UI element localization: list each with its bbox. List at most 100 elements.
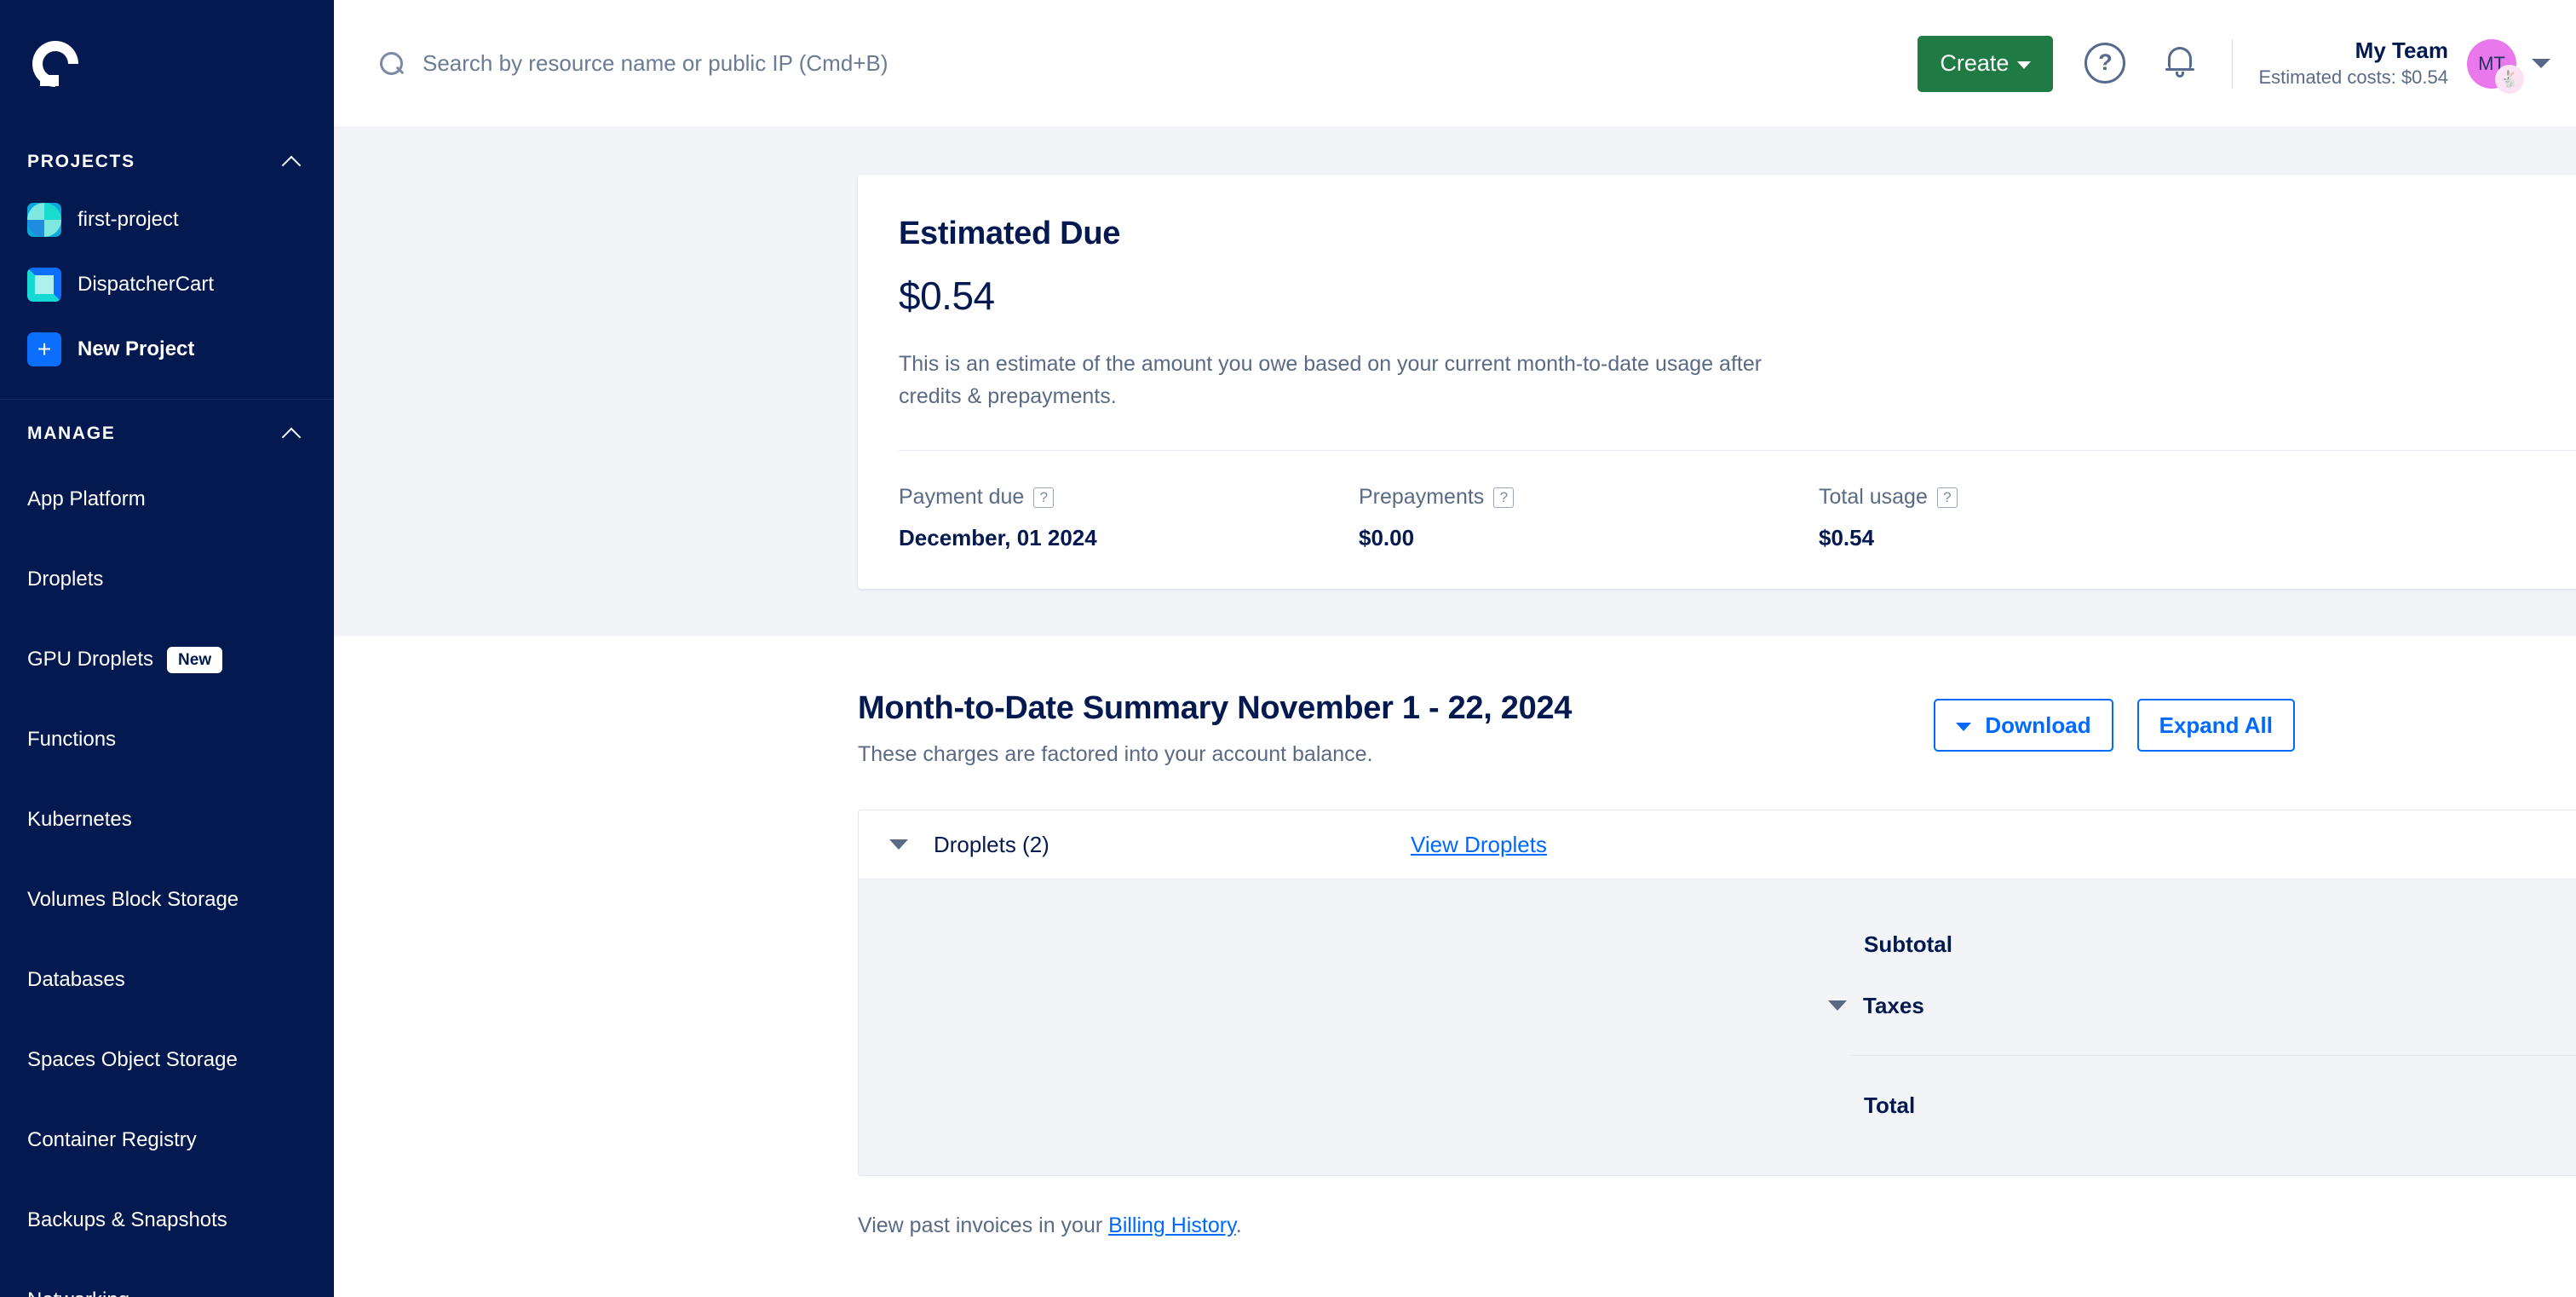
question-mark-icon[interactable]: ? xyxy=(1936,487,1958,508)
total-label: Total xyxy=(1864,1092,1916,1118)
project-icon-first xyxy=(27,203,61,237)
manage-section-header[interactable]: MANAGE xyxy=(0,408,334,459)
stat-value: December, 01 2024 xyxy=(899,525,1097,551)
estimated-due-description: This is an estimate of the amount you ow… xyxy=(899,352,1762,408)
search-placeholder: Search by resource name or public IP (Cm… xyxy=(423,50,888,76)
table-row[interactable]: Droplets (2) View Droplets $0.46 xyxy=(859,810,2576,879)
digitalocean-logo-icon xyxy=(29,37,82,90)
help-button[interactable]: ? xyxy=(2082,40,2130,88)
sidebar-item-databases[interactable]: Databases xyxy=(0,940,334,1020)
sidebar-item-label: Databases xyxy=(27,968,125,991)
search-input[interactable]: Search by resource name or public IP (Cm… xyxy=(334,49,1918,78)
sidebar-item-label: Spaces Object Storage xyxy=(27,1048,238,1071)
billing-history-footnote: View past invoices in your Billing Histo… xyxy=(858,1213,2576,1238)
sidebar-item-new-project[interactable]: + New Project xyxy=(0,317,334,382)
table-detail-panel: Subtotal $0.46 Taxes $0.08 Total $0.54 xyxy=(859,879,2576,1175)
subtotal-row: Subtotal $0.46 xyxy=(859,914,2576,975)
estimated-due-stats: Payment due ? December, 01 2024 Prepayme… xyxy=(899,485,2576,551)
team-info[interactable]: My Team Estimated costs: $0.54 xyxy=(2258,37,2448,89)
question-mark-icon[interactable]: ? xyxy=(1493,487,1515,508)
create-button-label: Create xyxy=(1940,50,2010,76)
divider xyxy=(899,450,2576,451)
chevron-down-icon xyxy=(1956,722,1972,731)
summary-header: Month-to-Date Summary November 1 - 22, 2… xyxy=(858,690,2295,767)
sidebar-item-dispatchercart[interactable]: DispatcherCart xyxy=(0,252,334,317)
chevron-up-icon[interactable] xyxy=(281,423,303,445)
sidebar-item-droplets[interactable]: Droplets xyxy=(0,539,334,620)
download-button[interactable]: Download xyxy=(1934,699,2113,752)
team-name: My Team xyxy=(2355,37,2448,64)
plus-icon: + xyxy=(27,332,61,366)
summary-title: Month-to-Date Summary November 1 - 22, 2… xyxy=(858,690,1573,726)
total-row: Total $0.54 xyxy=(859,1075,2576,1136)
sidebar-item-label: App Platform xyxy=(27,487,146,510)
summary-actions: Download Expand All xyxy=(1934,690,2295,752)
app-root: PROJECTS first-project DispatcherCart + … xyxy=(0,0,2576,1297)
create-button[interactable]: Create xyxy=(1918,35,2054,92)
stat-label: Total usage xyxy=(1819,485,1928,509)
chevron-down-icon[interactable] xyxy=(2532,59,2550,68)
help-circle-icon: ? xyxy=(2084,42,2126,84)
question-mark-icon[interactable]: ? xyxy=(1033,487,1055,508)
expand-all-button[interactable]: Expand All xyxy=(2136,699,2295,752)
download-button-label: Download xyxy=(1985,712,2091,738)
sidebar-item-label: first-project xyxy=(78,208,179,231)
estimated-due-section: Estimated Due $0.54 This is an estimate … xyxy=(334,128,2576,636)
sidebar-item-kubernetes[interactable]: Kubernetes xyxy=(0,780,334,860)
summary-table: Droplets (2) View Droplets $0.46 Subtota… xyxy=(858,810,2576,1176)
stat-value: $0.54 xyxy=(1819,525,1875,551)
sidebar-item-label: DispatcherCart xyxy=(78,273,215,296)
sidebar-item-gpu-droplets[interactable]: GPU Droplets New xyxy=(0,620,334,700)
project-icon-cart xyxy=(27,268,61,302)
footnote-suffix: . xyxy=(1235,1213,1242,1237)
status-badge: New xyxy=(167,646,223,673)
chevron-down-icon[interactable] xyxy=(1828,1000,1847,1011)
stat-label: Payment due xyxy=(899,485,1025,509)
rabbit-icon: 🐇 xyxy=(2495,64,2524,94)
billing-history-link[interactable]: Billing History xyxy=(1108,1213,1236,1237)
divider xyxy=(2232,38,2234,89)
stat-total-usage: Total usage ? $0.54 xyxy=(1819,485,2279,551)
view-droplets-link[interactable]: View Droplets xyxy=(1411,832,1547,858)
main-content: Search by resource name or public IP (Cm… xyxy=(334,0,2576,1297)
sidebar-item-label: Kubernetes xyxy=(27,808,132,831)
page-title: Estimated Due xyxy=(899,216,1121,251)
top-bar: Search by resource name or public IP (Cm… xyxy=(334,0,2576,128)
avatar[interactable]: MT 🐇 xyxy=(2467,38,2524,94)
sidebar-item-app-platform[interactable]: App Platform xyxy=(0,459,334,539)
estimated-due-amount: $0.54 xyxy=(899,274,995,318)
taxes-row[interactable]: Taxes $0.08 xyxy=(859,975,2576,1036)
summary-subtitle: These charges are factored into your acc… xyxy=(858,742,1373,766)
stat-payment-due: Payment due ? December, 01 2024 xyxy=(899,485,1359,551)
sidebar-item-label: Networking xyxy=(27,1288,129,1297)
sidebar-item-backups-snapshots[interactable]: Backups & Snapshots xyxy=(0,1180,334,1260)
sidebar-item-label: Volumes Block Storage xyxy=(27,888,239,911)
top-bar-actions: Create ? My Team Estimated costs: $0.54 xyxy=(1918,35,2576,94)
sidebar-item-networking[interactable]: Networking xyxy=(0,1260,334,1297)
estimated-costs-label: Estimated costs: $0.54 xyxy=(2258,66,2448,88)
manage-section-title: MANAGE xyxy=(27,424,116,443)
sidebar-item-label: Functions xyxy=(27,728,117,751)
sidebar-item-container-registry[interactable]: Container Registry xyxy=(0,1100,334,1180)
notifications-button[interactable] xyxy=(2157,40,2205,88)
sidebar-item-label: GPU Droplets xyxy=(27,648,154,671)
sidebar-item-functions[interactable]: Functions xyxy=(0,700,334,780)
row-label: Droplets (2) xyxy=(934,831,1049,857)
stat-value: $0.00 xyxy=(1359,525,1415,551)
bell-icon xyxy=(2165,45,2195,78)
sidebar-item-spaces-object-storage[interactable]: Spaces Object Storage xyxy=(0,1020,334,1100)
expand-all-button-label: Expand All xyxy=(2159,712,2273,738)
search-icon xyxy=(377,49,405,78)
chevron-down-icon[interactable] xyxy=(889,839,908,850)
logo-link[interactable] xyxy=(0,0,334,128)
sidebar-item-first-project[interactable]: first-project xyxy=(0,187,334,252)
sidebar-item-label: Backups & Snapshots xyxy=(27,1208,227,1231)
sidebar-item-volumes-block-storage[interactable]: Volumes Block Storage xyxy=(0,860,334,940)
summary-heading-block: Month-to-Date Summary November 1 - 22, 2… xyxy=(858,690,1572,767)
chevron-up-icon[interactable] xyxy=(281,151,303,173)
projects-section-title: PROJECTS xyxy=(27,152,135,171)
month-to-date-summary-section: Month-to-Date Summary November 1 - 22, 2… xyxy=(334,636,2576,1238)
divider xyxy=(1851,1055,2576,1056)
projects-section-header[interactable]: PROJECTS xyxy=(0,136,334,187)
sidebar-item-label: Container Registry xyxy=(27,1128,197,1151)
